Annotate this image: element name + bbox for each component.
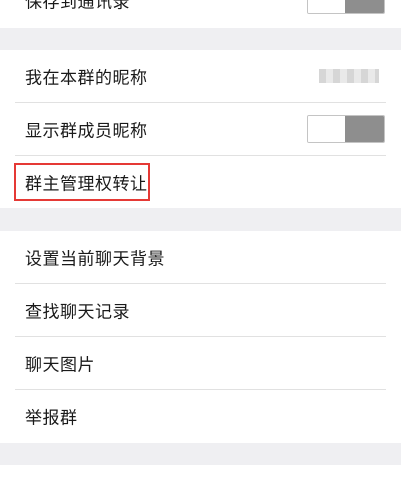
group-nickname-value bbox=[319, 69, 379, 83]
chat-info-screen: 保存到通讯录 我在本群的昵称 显示群成员昵称 群主管理权转让 设置当前聊天背景 … bbox=[0, 0, 401, 477]
save-to-contacts-toggle[interactable] bbox=[307, 0, 385, 14]
search-history-row[interactable]: 查找聊天记录 bbox=[0, 284, 401, 336]
save-to-contacts-label: 保存到通讯录 bbox=[25, 0, 130, 13]
save-to-contacts-row[interactable]: 保存到通讯录 bbox=[0, 0, 401, 26]
group-nickname-label: 我在本群的昵称 bbox=[25, 68, 148, 89]
show-member-nickname-label: 显示群成员昵称 bbox=[25, 121, 148, 142]
show-member-nickname-toggle[interactable] bbox=[307, 115, 385, 143]
highlight-box bbox=[14, 163, 150, 201]
toggle-track bbox=[345, 116, 384, 142]
toggle-knob bbox=[308, 0, 345, 13]
settings-group-contacts: 保存到通讯录 bbox=[0, 0, 401, 28]
chat-images-row[interactable]: 聊天图片 bbox=[0, 337, 401, 389]
chat-background-row[interactable]: 设置当前聊天背景 bbox=[0, 231, 401, 283]
settings-group-bottom bbox=[0, 465, 401, 477]
group-nickname-row[interactable]: 我在本群的昵称 bbox=[0, 50, 401, 102]
report-row[interactable]: 举报群 bbox=[0, 390, 401, 442]
settings-group-chat: 设置当前聊天背景 查找聊天记录 聊天图片 举报群 bbox=[0, 231, 401, 443]
toggle-knob bbox=[308, 116, 345, 142]
chat-images-label: 聊天图片 bbox=[25, 355, 95, 376]
search-history-label: 查找聊天记录 bbox=[25, 302, 130, 323]
report-label: 举报群 bbox=[25, 408, 78, 429]
toggle-track bbox=[345, 0, 384, 13]
chat-background-label: 设置当前聊天背景 bbox=[25, 249, 165, 270]
show-member-nickname-row[interactable]: 显示群成员昵称 bbox=[0, 103, 401, 155]
